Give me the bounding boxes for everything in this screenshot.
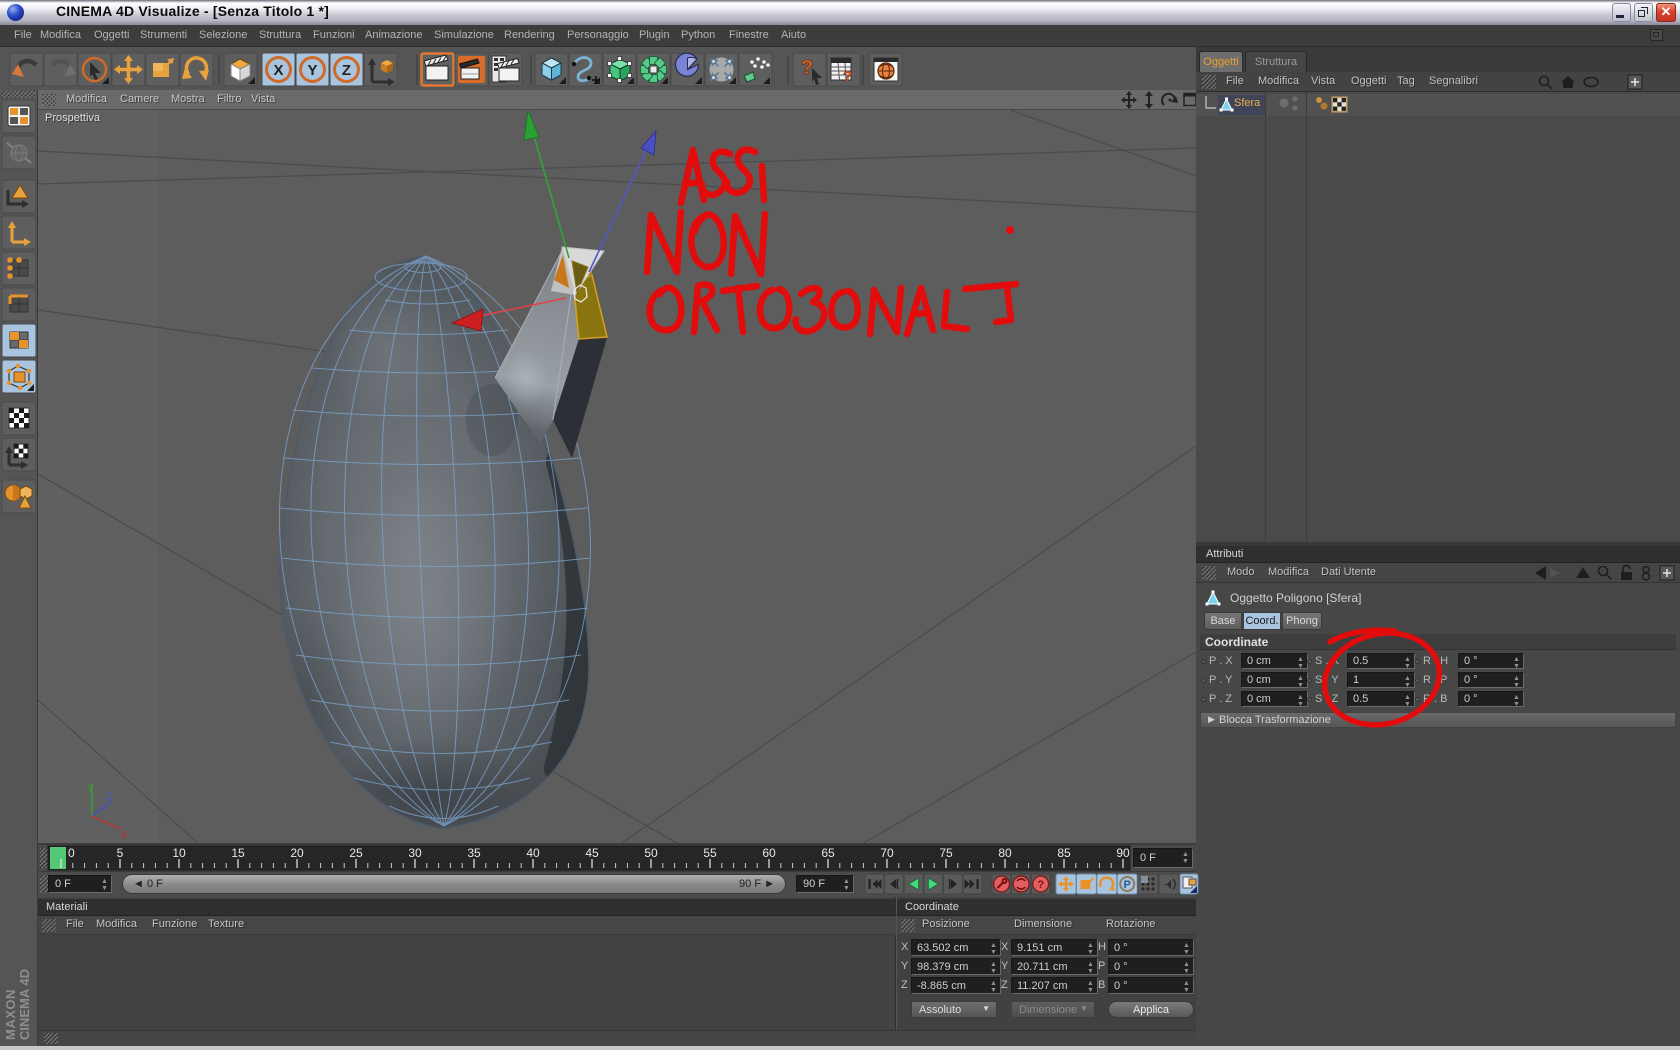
- svg-text:P: P: [1124, 879, 1131, 891]
- svg-text:?: ?: [1037, 879, 1044, 891]
